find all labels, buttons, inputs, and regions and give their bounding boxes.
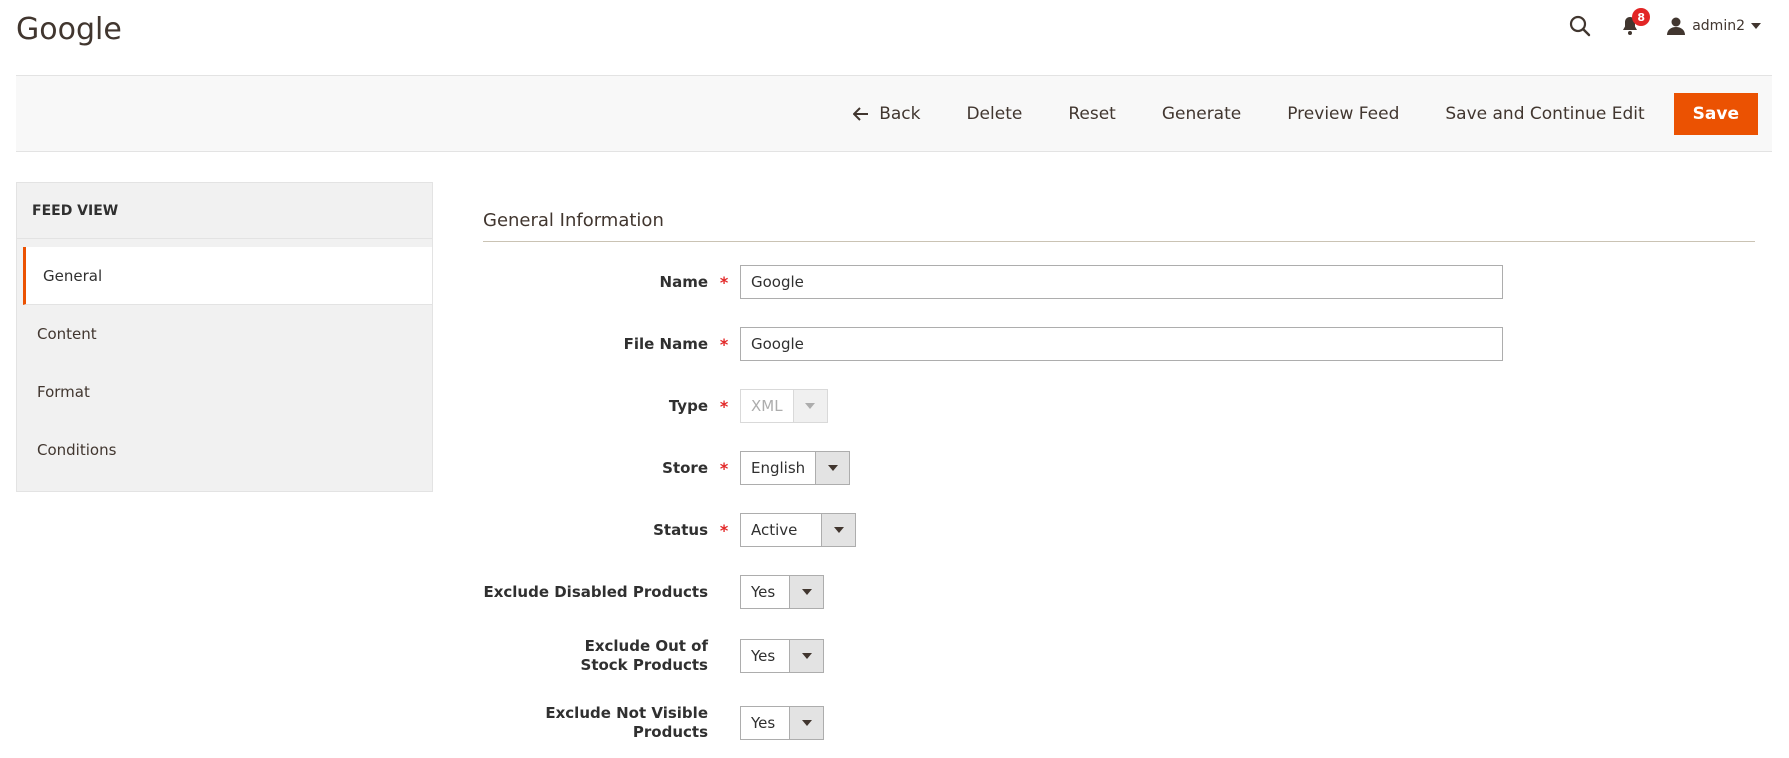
file-name-label: File Name: [623, 334, 708, 353]
chevron-down-icon: [792, 390, 827, 422]
user-icon: [1667, 17, 1686, 35]
field-name: Name *: [483, 265, 1755, 299]
sidebar-item-general[interactable]: General: [23, 247, 432, 305]
user-menu[interactable]: admin2: [1666, 16, 1761, 36]
type-select-value: XML: [751, 397, 783, 415]
sidebar-item-conditions[interactable]: Conditions: [17, 421, 432, 479]
required-marker: *: [719, 272, 729, 292]
page-actions-bar: Back Delete Reset Generate Preview Feed …: [16, 75, 1772, 152]
sidebar-title: FEED VIEW: [17, 183, 432, 239]
feed-view-sidebar: FEED VIEW General Content Format Conditi…: [16, 182, 433, 492]
file-name-input[interactable]: [740, 327, 1503, 361]
header-actions: 8 admin2: [1566, 8, 1761, 40]
chevron-down-icon: [789, 640, 824, 672]
type-label: Type: [668, 396, 708, 415]
chevron-down-icon: [821, 514, 856, 546]
chevron-down-icon: [1751, 23, 1761, 29]
notification-count-badge: 8: [1632, 8, 1651, 26]
required-marker: *: [719, 334, 729, 354]
store-label: Store: [662, 458, 708, 477]
field-status: Status * Active: [483, 513, 1755, 547]
store-select[interactable]: English: [740, 451, 851, 485]
field-exclude-out-of-stock: Exclude Out of Stock Products Yes: [483, 637, 1755, 675]
exclude-out-of-stock-label: Exclude Out of Stock Products: [580, 637, 708, 674]
delete-button[interactable]: Delete: [943, 93, 1045, 135]
required-marker: *: [719, 520, 729, 540]
field-exclude-not-visible: Exclude Not Visible Products Yes: [483, 704, 1755, 742]
store-select-value: English: [751, 459, 806, 477]
name-label: Name: [659, 272, 708, 291]
exclude-not-visible-label: Exclude Not Visible Products: [545, 704, 708, 741]
back-label: Back: [879, 104, 921, 124]
status-select[interactable]: Active: [740, 513, 857, 547]
sidebar-item-content[interactable]: Content: [17, 305, 432, 363]
notifications-button[interactable]: 8: [1616, 8, 1651, 40]
field-store: Store * English: [483, 451, 1755, 485]
back-button[interactable]: Back: [830, 93, 943, 135]
name-input[interactable]: [740, 265, 1503, 299]
exclude-out-of-stock-select[interactable]: Yes: [740, 639, 825, 673]
save-button[interactable]: Save: [1673, 93, 1758, 135]
exclude-disabled-select[interactable]: Yes: [740, 575, 825, 609]
exclude-disabled-label: Exclude Disabled Products: [483, 582, 708, 601]
field-exclude-disabled: Exclude Disabled Products Yes: [483, 575, 1755, 609]
page-actions: Back Delete Reset Generate Preview Feed …: [830, 93, 1758, 135]
chevron-down-icon: [815, 452, 850, 484]
field-type: Type * XML: [483, 389, 1755, 423]
preview-feed-button[interactable]: Preview Feed: [1264, 93, 1422, 135]
exclude-not-visible-value: Yes: [751, 714, 776, 732]
status-select-value: Active: [751, 521, 798, 539]
search-icon[interactable]: [1566, 12, 1594, 40]
exclude-out-of-stock-value: Yes: [751, 647, 776, 665]
section-title: General Information: [483, 210, 1755, 242]
reset-button[interactable]: Reset: [1045, 93, 1139, 135]
field-file-name: File Name *: [483, 327, 1755, 361]
status-label: Status: [653, 520, 708, 539]
user-name: admin2: [1692, 18, 1745, 34]
page-title: Google: [16, 12, 122, 47]
required-marker: *: [719, 458, 729, 478]
exclude-disabled-value: Yes: [751, 583, 776, 601]
save-and-continue-button[interactable]: Save and Continue Edit: [1422, 93, 1667, 135]
exclude-not-visible-select[interactable]: Yes: [740, 706, 825, 740]
arrow-left-icon: [853, 107, 869, 121]
general-information-form: General Information Name * File Name * T…: [483, 210, 1755, 741]
chevron-down-icon: [789, 576, 824, 608]
required-marker: *: [719, 396, 729, 416]
generate-button[interactable]: Generate: [1139, 93, 1264, 135]
chevron-down-icon: [789, 707, 824, 739]
sidebar-item-format[interactable]: Format: [17, 363, 432, 421]
type-select: XML: [740, 389, 828, 423]
